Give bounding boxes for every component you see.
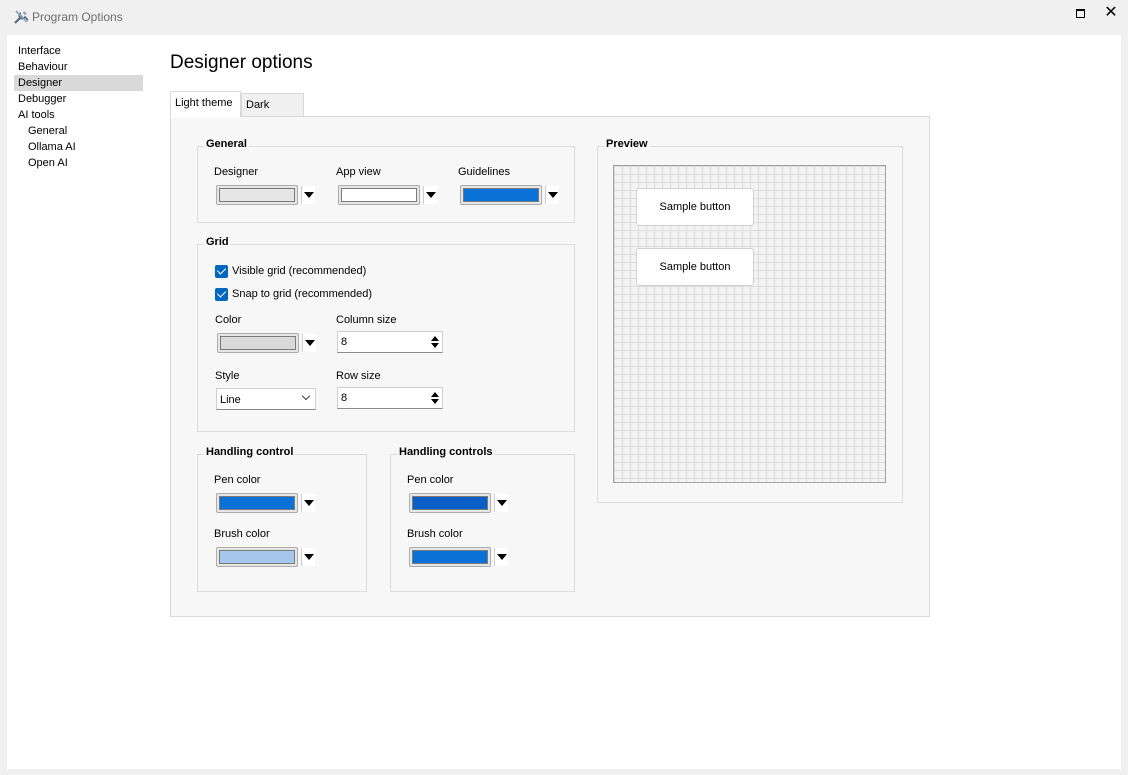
- sample-button[interactable]: Sample button: [636, 248, 754, 286]
- chevron-down-icon[interactable]: [301, 548, 315, 566]
- chevron-down-icon: [301, 391, 311, 401]
- grid-style-value: Line: [220, 394, 241, 406]
- grid-color-swatch: [220, 336, 296, 350]
- sidebar-nav: Interface Behaviour Designer Debugger AI…: [14, 43, 143, 171]
- column-size-label: Column size: [336, 314, 397, 326]
- row-size-value: 8: [341, 392, 348, 404]
- tab-light-theme[interactable]: Light theme: [170, 91, 241, 118]
- guidelines-color-swatch: [463, 188, 539, 202]
- row-size-label: Row size: [336, 370, 381, 382]
- designer-color-box[interactable]: [216, 185, 298, 205]
- page-title: Designer options: [170, 52, 313, 73]
- guidelines-color-box[interactable]: [460, 185, 542, 205]
- sidebar-item-designer[interactable]: Designer: [14, 75, 143, 91]
- brush-color-label: Brush color: [214, 528, 270, 540]
- brush-color-swatch: [219, 550, 295, 564]
- visible-grid-row[interactable]: Visible grid (recommended): [215, 263, 366, 279]
- snap-grid-label: Snap to grid (recommended): [232, 288, 373, 300]
- pen-color-box[interactable]: [216, 493, 298, 513]
- guidelines-color-label: Guidelines: [458, 166, 510, 178]
- chevron-down-icon[interactable]: [423, 186, 437, 204]
- window-title: Program Options: [32, 10, 123, 24]
- grid-style-label: Style: [215, 370, 240, 382]
- snap-grid-checkbox[interactable]: [215, 287, 228, 301]
- pen-color-swatch: [219, 496, 295, 510]
- sidebar-item-behaviour[interactable]: Behaviour: [14, 59, 143, 75]
- multi-pen-color-box[interactable]: [409, 493, 491, 513]
- row-size-spinbox[interactable]: 8: [337, 387, 443, 409]
- preview-title: Preview: [604, 138, 650, 150]
- grid-color-label: Color: [215, 314, 242, 326]
- appview-color-box[interactable]: [338, 185, 420, 205]
- spin-up-icon[interactable]: [431, 336, 439, 341]
- general-group: General Designer App view Guidelines: [197, 138, 575, 223]
- multi-pen-color-label: Pen color: [407, 474, 454, 486]
- column-size-spinbox[interactable]: 8: [337, 331, 443, 353]
- sample-button[interactable]: Sample button: [636, 188, 754, 226]
- preview-canvas: Sample button Sample button: [613, 165, 886, 483]
- sidebar-item-open-ai[interactable]: Open AI: [14, 155, 143, 171]
- grid-style-select[interactable]: Line: [216, 388, 316, 410]
- tools-icon: [14, 10, 29, 24]
- sidebar-item-debugger[interactable]: Debugger: [14, 91, 143, 107]
- options-content: Interface Behaviour Designer Debugger AI…: [7, 35, 1121, 769]
- grid-group-title: Grid: [204, 236, 231, 248]
- spin-up-icon[interactable]: [431, 392, 439, 397]
- tab-panel-light-theme: General Designer App view Guidelines Gri…: [170, 116, 930, 617]
- spin-down-icon[interactable]: [431, 399, 439, 404]
- multi-brush-color-swatch: [412, 550, 488, 564]
- chevron-down-icon[interactable]: [494, 494, 508, 512]
- designer-color-label: Designer: [214, 166, 259, 178]
- close-button[interactable]: ✕: [1100, 4, 1122, 22]
- general-group-title: General: [204, 138, 249, 150]
- column-size-value: 8: [341, 336, 348, 348]
- handling-controls-group: Handling controls Pen color Brush color: [390, 446, 575, 592]
- preview-group: Preview Sample button Sample button: [597, 138, 903, 503]
- pen-color-label: Pen color: [214, 474, 261, 486]
- sidebar-item-interface[interactable]: Interface: [14, 43, 143, 59]
- close-icon: ✕: [1104, 4, 1118, 21]
- tab-dark-theme[interactable]: Dark theme: [241, 93, 304, 133]
- sidebar-item-ollama-ai[interactable]: Ollama AI: [14, 139, 143, 155]
- handling-control-group: Handling control Pen color Brush color: [197, 446, 367, 592]
- chevron-down-icon[interactable]: [301, 186, 315, 204]
- handling-control-title: Handling control: [204, 446, 296, 458]
- handling-controls-title: Handling controls: [397, 446, 495, 458]
- snap-grid-row[interactable]: Snap to grid (recommended): [215, 286, 372, 302]
- multi-pen-color-swatch: [412, 496, 488, 510]
- title-bar: Program Options ✕: [0, 0, 1128, 35]
- multi-brush-color-box[interactable]: [409, 547, 491, 567]
- visible-grid-checkbox[interactable]: [215, 264, 228, 278]
- designer-color-swatch: [219, 188, 295, 202]
- sidebar-item-general[interactable]: General: [14, 123, 143, 139]
- grid-group: Grid Visible grid (recommended) Snap to …: [197, 236, 575, 432]
- multi-brush-color-label: Brush color: [407, 528, 463, 540]
- grid-color-box[interactable]: [217, 333, 299, 353]
- maximize-icon: [1075, 9, 1085, 19]
- maximize-button[interactable]: [1069, 4, 1091, 22]
- visible-grid-label: Visible grid (recommended): [232, 265, 367, 277]
- chevron-down-icon[interactable]: [545, 186, 559, 204]
- spin-down-icon[interactable]: [431, 343, 439, 348]
- appview-color-swatch: [341, 188, 417, 202]
- appview-color-label: App view: [336, 166, 381, 178]
- sidebar-item-ai-tools[interactable]: AI tools: [14, 107, 143, 123]
- chevron-down-icon[interactable]: [494, 548, 508, 566]
- brush-color-box[interactable]: [216, 547, 298, 567]
- chevron-down-icon[interactable]: [301, 494, 315, 512]
- chevron-down-icon[interactable]: [302, 334, 316, 352]
